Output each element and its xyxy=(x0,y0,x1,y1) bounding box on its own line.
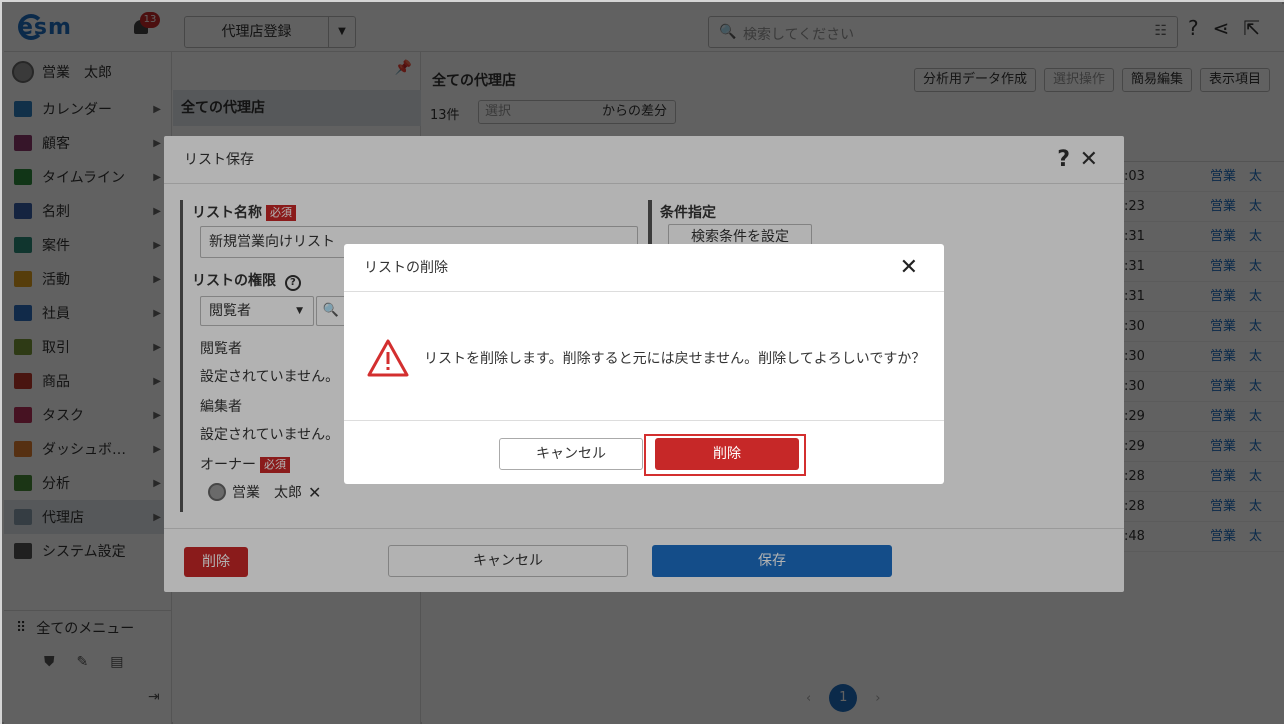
warning-icon xyxy=(367,339,409,377)
cancel-button[interactable]: キャンセル xyxy=(499,438,643,470)
delete-confirm-message: リストを削除します。削除すると元には戻せません。削除してよろしいですか？ xyxy=(424,351,926,367)
delete-confirm-title: リストの削除 xyxy=(364,260,448,276)
delete-confirm-header: リストの削除 ✕ xyxy=(344,244,944,292)
confirm-delete-button[interactable]: 削除 xyxy=(655,438,799,470)
app-frame: esm 13 代理店登録 ▼ 🔍 検索してください ☷ ? ⋖ ⇱ 営業 太郎 … xyxy=(0,0,1284,724)
delete-confirm-footer: キャンセル 削除 xyxy=(344,420,944,484)
delete-confirm-dialog: リストの削除 ✕ リストを削除します。削除すると元には戻せません。削除してよろし… xyxy=(344,244,944,484)
close-icon[interactable]: ✕ xyxy=(900,244,918,292)
